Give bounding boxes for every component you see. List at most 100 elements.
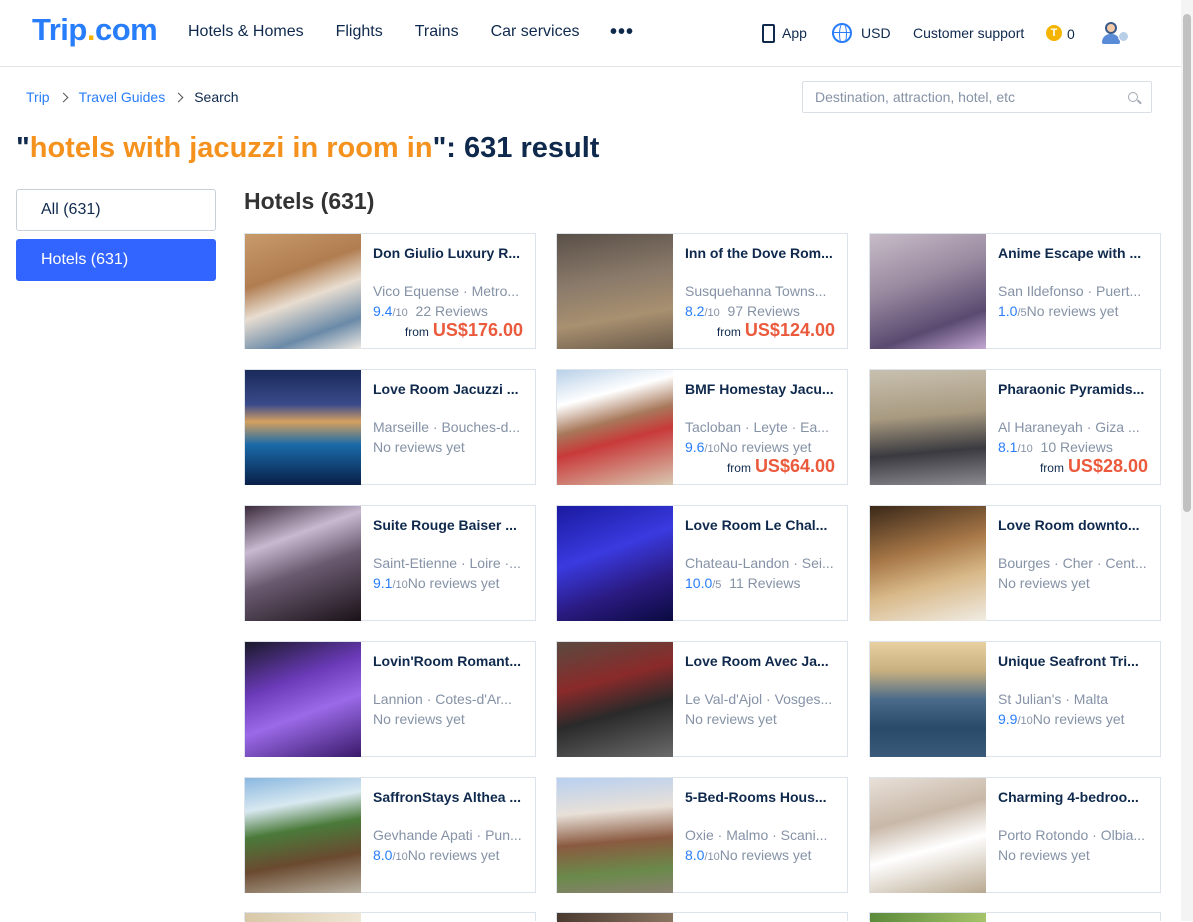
hotel-card[interactable]: BMF Homestay Jacu... Tacloban · Leyte · E… [556, 369, 848, 485]
nav-hotels-homes[interactable]: Hotels & Homes [188, 22, 304, 42]
hotel-card-partial[interactable] [869, 912, 1161, 922]
hotel-rating: No reviews yet [998, 575, 1158, 591]
hotel-card[interactable]: Love Room Avec Ja... Le Val-d'Ajol · Vosg… [556, 641, 848, 757]
hotel-image[interactable] [245, 506, 361, 621]
hotel-card[interactable]: Love Room downto... Bourges · Cher · Cent… [869, 505, 1161, 621]
breadcrumb: Trip Travel Guides Search [26, 89, 239, 105]
coin-icon[interactable]: T [1046, 25, 1062, 41]
hotel-name[interactable]: Unique Seafront Tri... [998, 653, 1153, 669]
hotel-card-partial[interactable] [244, 912, 536, 922]
hotel-location: Gevhande Apati · Pun... [373, 827, 522, 843]
rating-scale: /10 [704, 851, 720, 863]
hotel-image[interactable] [557, 778, 673, 893]
price-from-label: from [726, 461, 751, 475]
hotel-image[interactable] [557, 642, 673, 757]
rating-scale: /10 [392, 579, 408, 591]
hotel-image[interactable] [245, 234, 361, 349]
hotel-image[interactable] [557, 234, 673, 349]
rating-score: 9.6 [685, 439, 705, 455]
hotel-image[interactable] [245, 778, 361, 893]
hotel-card-partial[interactable] [556, 912, 848, 922]
currency-selector[interactable]: USD [861, 25, 891, 41]
hotel-image[interactable] [870, 778, 986, 893]
trip-logo[interactable]: Trip.com [32, 12, 158, 48]
hotel-image[interactable] [245, 642, 361, 757]
chevron-right-icon [173, 92, 184, 102]
hotel-rating: 8.2/10 97 Reviews [685, 303, 845, 319]
hotel-name[interactable]: Charming 4-bedroo... [998, 789, 1153, 805]
review-count: No reviews yet [1032, 711, 1125, 727]
hotel-rating: No reviews yet [685, 711, 845, 727]
review-count: No reviews yet [719, 439, 812, 455]
hotel-card[interactable]: Anime Escape with ... San Ildefonso · Pue… [869, 233, 1161, 349]
review-count: No reviews yet [373, 711, 465, 727]
hotel-card[interactable]: Lovin'Room Romant... Lannion · Cotes-d'Ar… [244, 641, 536, 757]
hotel-card[interactable]: Charming 4-bedroo... Porto Rotondo · Olbi… [869, 777, 1161, 893]
hotel-image[interactable] [870, 642, 986, 757]
rating-scale: /10 [704, 443, 720, 455]
rating-scale: /10 [392, 307, 408, 319]
search-box [802, 81, 1152, 113]
nav-trains[interactable]: Trains [415, 22, 459, 42]
customer-support-link[interactable]: Customer support [913, 25, 1024, 41]
review-count: 10 Reviews [1040, 439, 1113, 455]
hotel-image[interactable] [870, 506, 986, 621]
price-from-label: from [716, 325, 741, 339]
hotel-location: Tacloban · Leyte · Ea... [685, 419, 829, 435]
rating-score: 9.4 [373, 303, 393, 319]
hotel-price: from US$28.00 [1040, 456, 1148, 477]
breadcrumb-trip[interactable]: Trip [26, 89, 50, 105]
hotel-image[interactable] [870, 370, 986, 485]
hotel-name[interactable]: Inn of the Dove Rom... [685, 245, 840, 261]
hotel-card[interactable]: SaffronStays Althea ... Gevhande Apati · … [244, 777, 536, 893]
hotel-card[interactable]: 5-Bed-Rooms Hous... Oxie · Malmo · Scani.… [556, 777, 848, 893]
hotel-name[interactable]: Lovin'Room Romant... [373, 653, 528, 669]
breadcrumb-travel-guides[interactable]: Travel Guides [79, 89, 166, 105]
hotel-name[interactable]: Anime Escape with ... [998, 245, 1153, 261]
hotel-card[interactable]: Love Room Le Chal... Chateau-Landon · Sei… [556, 505, 848, 621]
phone-icon[interactable] [762, 24, 775, 43]
filter-all[interactable]: All (631) [16, 189, 216, 231]
hotel-name[interactable]: Suite Rouge Baiser ... [373, 517, 528, 533]
more-menu-icon[interactable]: ••• [610, 22, 634, 42]
hotel-name[interactable]: Love Room Avec Ja... [685, 653, 840, 669]
search-icon[interactable] [1128, 92, 1138, 102]
rating-score: 8.0 [373, 847, 393, 863]
hotel-location: St Julian's · Malta [998, 691, 1109, 707]
rating-score: 9.9 [998, 711, 1018, 727]
hotel-name[interactable]: Don Giulio Luxury R... [373, 245, 528, 261]
rating-score: 8.0 [685, 847, 705, 863]
hotel-card[interactable]: Unique Seafront Tri... St Julian's · Malt… [869, 641, 1161, 757]
hotel-image[interactable] [245, 370, 361, 485]
hotel-name[interactable]: BMF Homestay Jacu... [685, 381, 840, 397]
hotel-card[interactable]: Suite Rouge Baiser ... Saint-Etienne · Lo… [244, 505, 536, 621]
hotel-name[interactable]: Love Room Jacuzzi ... [373, 381, 528, 397]
scrollbar-thumb[interactable] [1183, 14, 1191, 512]
rating-scale: /10 [392, 851, 408, 863]
app-link[interactable]: App [782, 25, 807, 41]
hotel-name[interactable]: Pharaonic Pyramids... [998, 381, 1153, 397]
hotel-card[interactable]: Inn of the Dove Rom... Susquehanna Towns.… [556, 233, 848, 349]
hotel-name[interactable]: Love Room downto... [998, 517, 1153, 533]
hotel-card[interactable]: Don Giulio Luxury R... Vico Equense · Met… [244, 233, 536, 349]
hotel-name[interactable]: SaffronStays Althea ... [373, 789, 528, 805]
hotel-name[interactable]: Love Room Le Chal... [685, 517, 840, 533]
hotel-card[interactable]: Love Room Jacuzzi ... Marseille · Bouches… [244, 369, 536, 485]
hotel-image[interactable] [870, 234, 986, 349]
nav-car-services[interactable]: Car services [491, 22, 580, 42]
search-input[interactable] [815, 82, 1115, 112]
title-result-count: ": 631 result [432, 132, 600, 164]
hotel-name[interactable]: 5-Bed-Rooms Hous... [685, 789, 840, 805]
section-title: Hotels (631) [244, 188, 375, 214]
user-avatar-icon[interactable] [1100, 20, 1130, 46]
review-count: No reviews yet [998, 847, 1090, 863]
globe-icon[interactable] [832, 23, 852, 43]
hotel-image[interactable] [557, 506, 673, 621]
hotel-card[interactable]: Pharaonic Pyramids... Al Haraneyah · Giza… [869, 369, 1161, 485]
hotel-image[interactable] [557, 370, 673, 485]
page-title: "hotels with jacuzzi in room in": 631 re… [16, 132, 599, 165]
filter-hotels[interactable]: Hotels (631) [16, 239, 216, 281]
nav-flights[interactable]: Flights [336, 22, 383, 42]
chevron-right-icon [58, 92, 69, 102]
coin-count[interactable]: 0 [1067, 26, 1075, 42]
